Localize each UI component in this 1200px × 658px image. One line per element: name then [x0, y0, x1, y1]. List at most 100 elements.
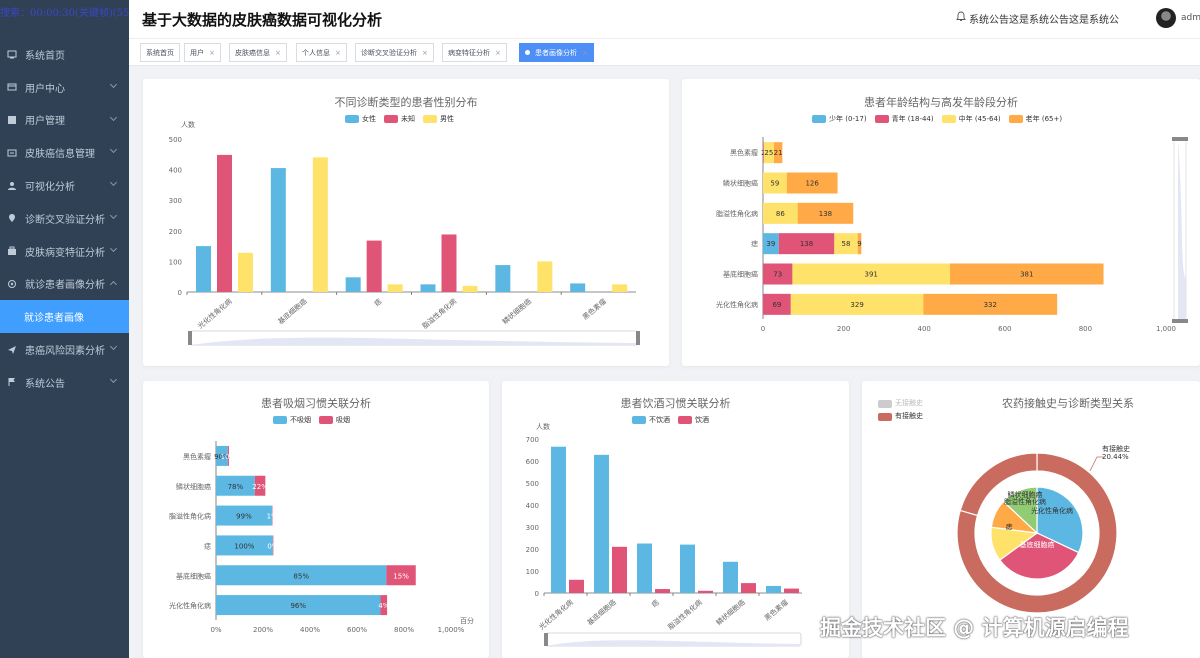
close-icon[interactable]: × [422, 49, 428, 57]
smoking-card: 患者吸烟习惯关联分析 不吸烟 吸烟 0% 200% 400% 600% 800% 1,00… [143, 381, 489, 658]
x-tick-label: 基底细胞癌 [276, 297, 309, 326]
tab-4[interactable]: 诊断交叉验证分析 × [355, 43, 434, 62]
y-tick-label: 200 [169, 228, 182, 236]
sidebar-item-label: 用户管理 [25, 116, 65, 128]
bar [238, 252, 253, 292]
bar-data-label: 86 [776, 210, 785, 218]
smoking-stacked-bar-chart: 0% 200% 400% 600% 800% 1,000%百分黑色素瘤 90%10%鳞状细胞… [169, 441, 474, 634]
chevron-down-icon [109, 113, 118, 121]
sidebar-item-0[interactable]: 系统首页 [0, 38, 129, 71]
close-icon[interactable]: × [275, 49, 281, 57]
y-tick-label: 脂溢性角化病 [169, 512, 211, 521]
sidebar-item-4[interactable]: 可视化分析 [0, 169, 129, 202]
y-tick-label: 鳞状细胞癌 [723, 179, 758, 188]
y-tick-label: 基底细胞癌 [723, 270, 758, 279]
bar-data-label: 0% [267, 542, 278, 550]
gender-distribution-card: 不同诊断类型的患者性别分布 女性 未知 男性 人数 0 100 200 300 400 50… [143, 79, 669, 366]
bar-data-label: 73 [773, 271, 782, 279]
bar-data-label: 9 [857, 240, 861, 248]
close-icon[interactable]: × [209, 49, 215, 57]
y-tick-label: 500 [169, 136, 182, 144]
bar-data-label: 25 [764, 149, 773, 157]
tab-label: 用户 [190, 48, 204, 57]
close-icon[interactable]: × [495, 49, 501, 57]
y-tick-label: 700 [526, 436, 539, 444]
bar [345, 277, 361, 292]
chevron-down-icon [109, 244, 118, 252]
gender-bar-chart: 人数 0 100 200 300 400 500 光化性角化病 基底细胞癌 痣 脂溢性角化病 鳞状细胞… [169, 120, 640, 346]
bar [270, 168, 286, 292]
x-tick-label: 鳞状细胞癌 [714, 598, 747, 627]
chevron-up-icon [109, 280, 118, 288]
sidebar-item-2[interactable]: 用户管理 [0, 104, 129, 137]
x-tick-label: 400% [300, 626, 320, 634]
age-stacked-bar-chart: 02004006008001,000黑色素瘤22521鳞状细胞癌059126脂溢… [716, 137, 1188, 333]
y-tick-label: 基底细胞癌 [176, 571, 211, 580]
sidebar-item-8[interactable]: 就诊患者画像 [0, 300, 129, 334]
x-tick-label: 600 [998, 325, 1011, 333]
bar [387, 284, 403, 292]
bar [569, 579, 584, 593]
y-tick-label: 痣 [204, 541, 211, 550]
tab-3[interactable]: 个人信息 × [296, 43, 347, 62]
data-zoom-preview [1178, 139, 1186, 322]
bar-data-label: 59 [770, 180, 779, 188]
bar-data-label: 391 [865, 271, 878, 279]
y-tick-label: 600 [526, 458, 539, 466]
x-tick-label: 光化性角化病 [537, 598, 575, 632]
info-icon [7, 149, 17, 157]
data-zoom-preview [546, 640, 801, 646]
username[interactable]: adm [1181, 13, 1200, 23]
sidebar-item-9[interactable]: 患癌风险因素分析 [0, 333, 129, 366]
sidebar-item-5[interactable]: 诊断交叉验证分析 [0, 202, 129, 235]
age-structure-card: 患者年龄结构与高发年龄段分析 少年 (0-17) 青年 (18-44) 中年 (… [682, 79, 1200, 366]
bar [594, 454, 609, 593]
bar [637, 543, 652, 593]
bell-icon[interactable] [956, 11, 966, 22]
y-tick-label: 黑色素瘤 [730, 148, 758, 157]
sidebar-item-label: 诊断交叉验证分析 [25, 214, 105, 226]
chevron-down-icon [109, 343, 118, 351]
close-icon[interactable]: × [335, 49, 341, 57]
sidebar-item-10[interactable]: 系统公告 [0, 366, 129, 399]
y-tick-label: 痣 [751, 239, 758, 248]
y-tick-label: 400 [526, 502, 539, 510]
bar [723, 561, 738, 593]
y-tick-label: 300 [526, 524, 539, 532]
watermark: 掘金技术社区 @ 计算机源启编程 [820, 616, 1129, 640]
x-tick-label: 脂溢性角化病 [666, 598, 704, 632]
close-icon[interactable]: × [582, 49, 588, 57]
pie-label: 痣 [1006, 522, 1013, 531]
tab-6[interactable]: 患者画像分析 × [519, 43, 594, 62]
tab-5[interactable]: 病变特征分析 × [442, 43, 507, 62]
x-tick-label: 800 [1079, 325, 1092, 333]
system-notice-marquee[interactable]: 系统公告这是系统公告这是系统公 [969, 11, 1139, 26]
bar-data-label: 329 [850, 301, 863, 309]
outer-label-name: 有接触史 [1102, 444, 1130, 453]
chevron-down-icon [109, 146, 118, 154]
tab-2[interactable]: 皮肤癌信息 × [229, 43, 287, 62]
drinking-bar-chart: 人数 0 100 200 300 400 500 600 700 光化性角化病 基底细胞癌 痣脂溢性角… [526, 422, 802, 647]
tab-label: 皮肤癌信息 [235, 48, 270, 57]
sidebar-item-7[interactable]: 就诊患者画像分析 [0, 268, 129, 301]
sidebar-item-1[interactable]: 用户中心 [0, 71, 129, 104]
sidebar-item-3[interactable]: 皮肤癌信息管理 [0, 136, 129, 169]
sidebar-menu: 系统首页用户中心用户管理皮肤癌信息管理 可视化分析诊断交叉验证分析皮肤病变特征分析… [0, 38, 129, 399]
zoom-handle-left [188, 331, 192, 345]
sidebar-item-6[interactable]: 皮肤病变特征分析 [0, 235, 129, 268]
user-manage-icon [8, 115, 16, 124]
sidebar: 搜索：00:00:30(关键帧)(55) 系统首页 用户中心 用户管理 皮肤癌信息管理… [0, 0, 133, 658]
sidebar-item-label: 患癌风险因素分析 [25, 346, 105, 358]
y-tick-label: 黑色素瘤 [183, 452, 211, 461]
sidebar-item-label: 系统公告 [25, 378, 65, 390]
tab-0[interactable]: 系统首页 [140, 43, 180, 62]
avatar[interactable] [1156, 8, 1176, 28]
sidebar-item-label: 系统首页 [25, 50, 65, 62]
bar-data-label: 138 [819, 210, 832, 218]
x-tick-label: 1,000 [1156, 325, 1176, 333]
x-tick-label: 200 [837, 325, 850, 333]
bar [784, 588, 799, 593]
tab-1[interactable]: 用户 × [184, 43, 221, 62]
y-axis-label: 人数 [181, 120, 195, 129]
pie-label: 光化性角化病 [1031, 506, 1073, 515]
